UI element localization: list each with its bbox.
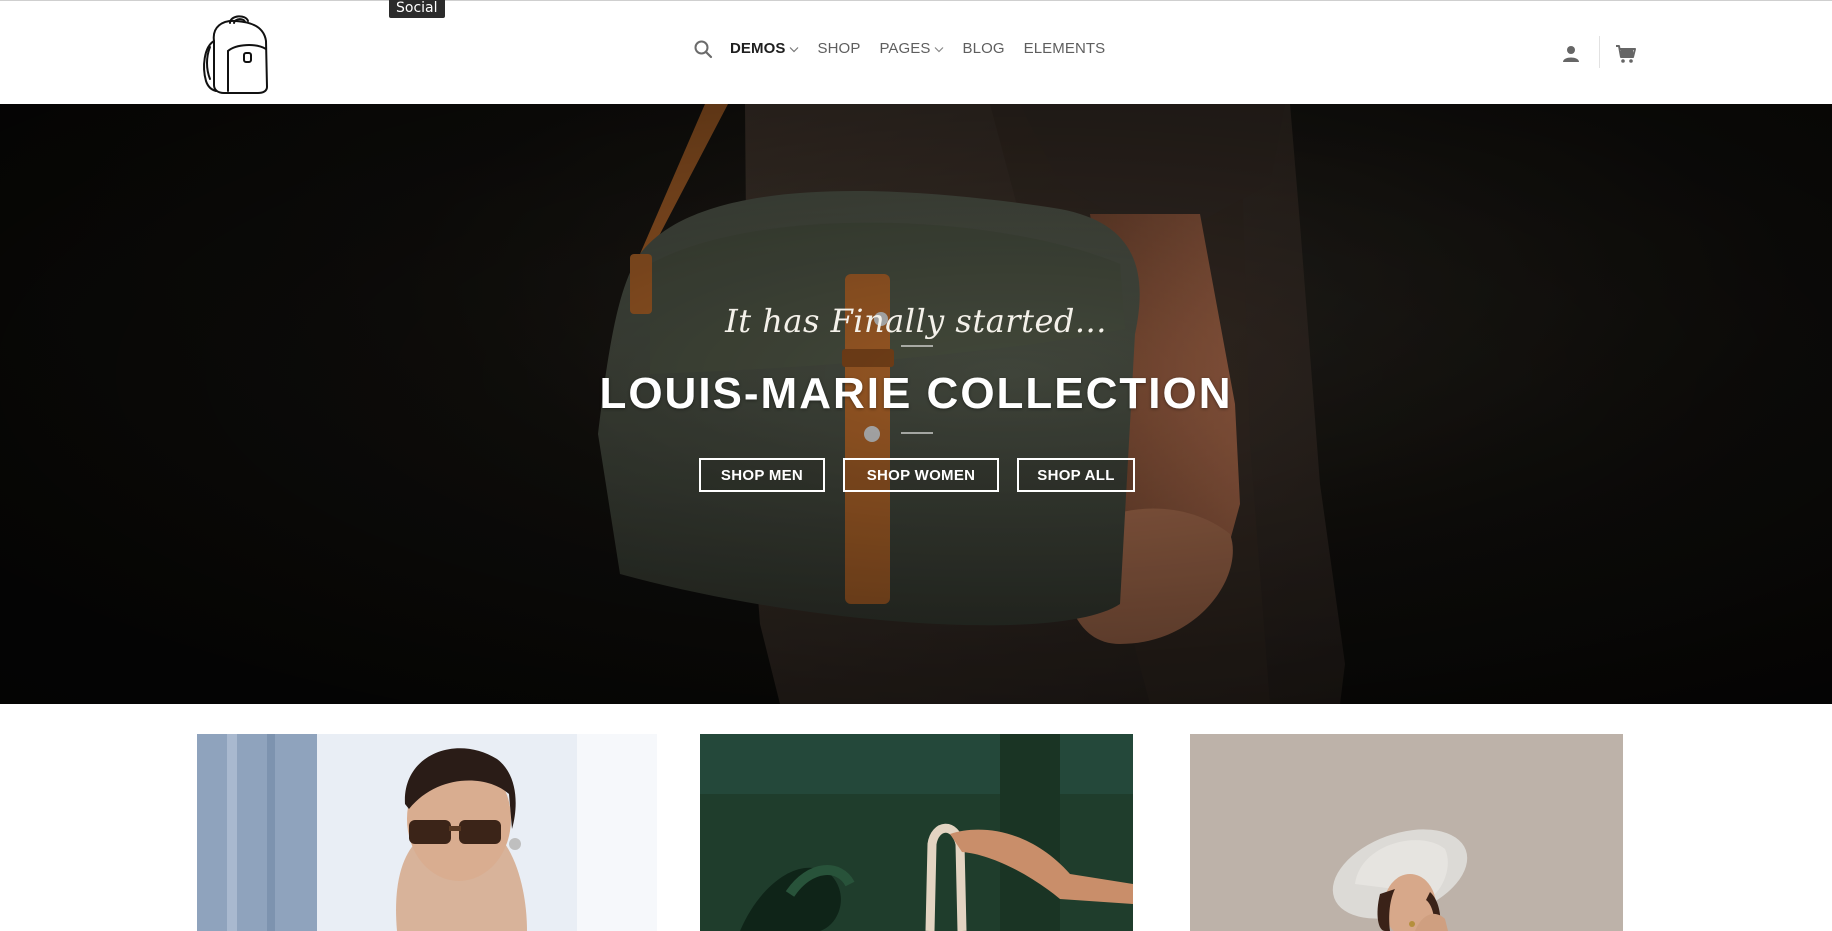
site-header: DEMOS SHOP PAGES BLOG ELEMENTS	[0, 1, 1832, 104]
shop-all-button[interactable]: SHOP ALL	[1017, 458, 1135, 492]
hero-title: LOUIS-MARIE COLLECTION	[599, 369, 1233, 418]
main-navigation: DEMOS SHOP PAGES BLOG ELEMENTS	[693, 39, 1124, 59]
header-divider	[1599, 36, 1600, 68]
user-icon[interactable]	[1562, 45, 1580, 63]
nav-item-pages[interactable]: PAGES	[879, 39, 943, 59]
nav-item-shop[interactable]: SHOP	[818, 39, 861, 59]
cart-icon[interactable]	[1615, 44, 1637, 64]
hero-divider-bottom	[901, 432, 933, 434]
search-icon[interactable]	[693, 39, 713, 59]
nav-item-elements[interactable]: ELEMENTS	[1024, 39, 1106, 59]
shop-men-button[interactable]: SHOP MEN	[699, 458, 825, 492]
woman-sunglasses-photo[interactable]	[197, 734, 657, 931]
nav-item-label: BLOG	[962, 40, 1005, 57]
nav-item-label: SHOP	[817, 40, 861, 57]
social-tooltip: Social	[389, 0, 445, 18]
chevron-down-icon	[789, 46, 798, 52]
tote-bag-photo[interactable]	[700, 734, 1133, 931]
nav-item-label: PAGES	[879, 40, 931, 57]
woman-hat-photo[interactable]	[1190, 734, 1623, 931]
hero-divider-top	[901, 345, 933, 347]
chevron-down-icon	[934, 46, 943, 52]
hero-kicker: It has Finally started...	[725, 302, 1107, 340]
shop-women-button[interactable]: SHOP WOMEN	[843, 458, 999, 492]
nav-item-demos[interactable]: DEMOS	[730, 39, 799, 59]
hero-buttons: SHOP MEN SHOP WOMEN SHOP ALL	[699, 458, 1135, 492]
category-tiles	[0, 734, 1832, 931]
nav-item-label: ELEMENTS	[1023, 40, 1106, 57]
nav-item-label: DEMOS	[730, 40, 786, 57]
nav-item-blog[interactable]: BLOG	[963, 39, 1005, 59]
backpack-logo-icon[interactable]	[200, 11, 282, 95]
hero-banner: It has Finally started... LOUIS-MARIE CO…	[0, 104, 1832, 704]
